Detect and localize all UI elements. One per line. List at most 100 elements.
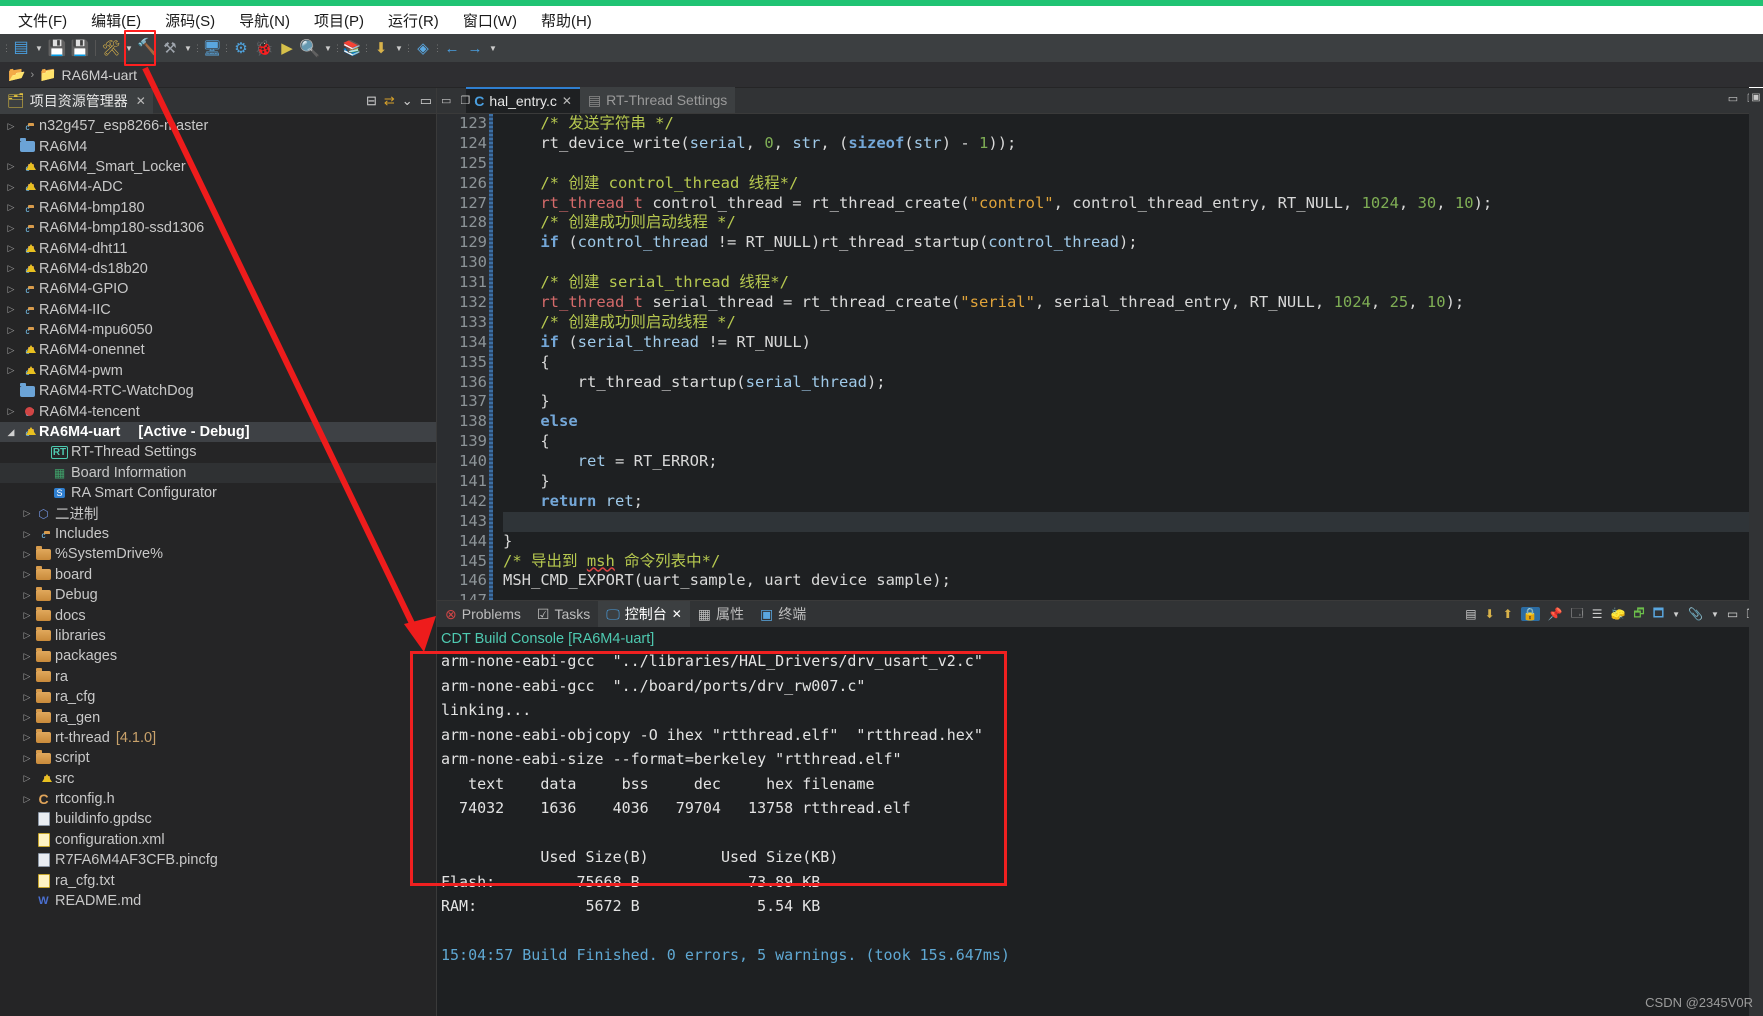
save-all-icon[interactable]: 💾: [69, 37, 91, 59]
new-wizard-dropdown-icon[interactable]: ▼: [33, 37, 45, 59]
link-with-editor-icon[interactable]: ⇄: [384, 93, 395, 109]
code-line[interactable]: /* 创建 serial_thread 线程*/: [503, 273, 1763, 293]
scroll-up-icon[interactable]: ⬆: [1503, 607, 1513, 621]
chevron-right-icon[interactable]: ▷: [4, 304, 18, 315]
code-line[interactable]: if (serial_thread != RT_NULL): [503, 333, 1763, 353]
editor-marker-bar[interactable]: [437, 114, 449, 600]
chevron-right-icon[interactable]: ▷: [4, 406, 18, 417]
code-line[interactable]: /* 创建 control_thread 线程*/: [503, 174, 1763, 194]
clear-icon[interactable]: ▤: [1465, 607, 1476, 621]
tree-item[interactable]: S RA Smart Configurator: [0, 483, 436, 503]
build-all-icon[interactable]: 🛠: [100, 37, 122, 59]
open-terminal-icon[interactable]: 🖥: [201, 37, 223, 59]
chevron-right-icon[interactable]: ▷: [20, 630, 34, 641]
close-icon[interactable]: ✕: [562, 94, 572, 108]
tree-item[interactable]: ▷ c RA6M4-GPIO: [0, 279, 436, 299]
tree-item[interactable]: ▷ packages: [0, 646, 436, 666]
tree-item[interactable]: R7FA6M4AF3CFB.pincfg: [0, 850, 436, 870]
chevron-right-icon[interactable]: ▷: [20, 732, 34, 743]
tree-item[interactable]: RA6M4-RTC-WatchDog: [0, 381, 436, 401]
menu-item-window[interactable]: 窗口(W): [451, 8, 529, 33]
chevron-right-icon[interactable]: ▷: [20, 712, 34, 723]
tab-terminal[interactable]: ▣ 终端: [752, 601, 814, 627]
layers-icon[interactable]: ◈: [412, 37, 434, 59]
code-line[interactable]: [503, 253, 1763, 273]
close-icon[interactable]: ✕: [136, 94, 146, 108]
code-line[interactable]: }: [503, 532, 1763, 552]
tree-item[interactable]: ▷ script: [0, 748, 436, 768]
chevron-right-icon[interactable]: ▷: [4, 284, 18, 295]
chevron-right-icon[interactable]: ▷: [4, 121, 18, 132]
tree-item[interactable]: ▷ c RA6M4-ds18b20: [0, 259, 436, 279]
tree-item[interactable]: RA6M4: [0, 136, 436, 156]
erase-icon[interactable]: 🧽: [1610, 607, 1625, 621]
menu-item-navigate[interactable]: 导航(N): [227, 8, 302, 33]
chevron-right-icon[interactable]: ▷: [20, 671, 34, 682]
chevron-right-icon[interactable]: ▷: [4, 345, 18, 356]
code-line[interactable]: /* 发送字符串 */: [503, 114, 1763, 134]
tree-item[interactable]: ▷ docs: [0, 605, 436, 625]
dropdown-icon[interactable]: ▼: [1672, 610, 1680, 619]
breadcrumb-root-icon[interactable]: 📂: [8, 66, 25, 83]
code-line[interactable]: {: [503, 353, 1763, 373]
tree-item[interactable]: ▷ ⬡ 二进制: [0, 503, 436, 524]
code-line[interactable]: rt_thread_startup(serial_thread);: [503, 373, 1763, 393]
console-minimize-icon[interactable]: ▭: [1727, 607, 1738, 621]
tree-item[interactable]: ▷ Debug: [0, 585, 436, 605]
open-console-icon[interactable]: 🗖: [1653, 604, 1664, 625]
chevron-right-icon[interactable]: ▷: [4, 365, 18, 376]
code-lines[interactable]: /* 发送字符串 */ rt_device_write(serial, 0, s…: [493, 114, 1763, 600]
new-console-icon[interactable]: 🗗: [1633, 604, 1644, 625]
code-line[interactable]: {: [503, 432, 1763, 452]
tree-item[interactable]: ▷ Crtconfig.h: [0, 789, 436, 809]
menu-item-run[interactable]: 运行(R): [376, 8, 451, 33]
chevron-right-icon[interactable]: ▷: [20, 529, 34, 540]
tab-project-explorer[interactable]: 🗂 项目资源管理器 ✕: [0, 87, 153, 114]
tree-item[interactable]: ▷cRA6M4-tencent: [0, 401, 436, 421]
books-icon[interactable]: 📚: [341, 37, 363, 59]
menu-item-edit[interactable]: 编辑(E): [79, 8, 153, 33]
build-dropdown-icon[interactable]: ▼: [123, 37, 135, 59]
settings-gear-icon[interactable]: ⚙: [230, 37, 252, 59]
editor-tab-hal-entry[interactable]: C hal_entry.c ✕: [466, 87, 580, 113]
editor-minimize-icon[interactable]: ▭: [441, 94, 451, 107]
tree-item[interactable]: ▷ ra_gen: [0, 707, 436, 727]
build-config-icon[interactable]: ⚒: [159, 37, 181, 59]
chevron-right-icon[interactable]: ▷: [4, 325, 18, 336]
pin-console-icon[interactable]: 📎: [1688, 607, 1703, 621]
menu-item-project[interactable]: 项目(P): [302, 8, 376, 33]
editor-maximize-icon[interactable]: ❐: [460, 94, 470, 107]
chevron-right-icon[interactable]: ▷: [20, 569, 34, 580]
chevron-right-icon[interactable]: ▷: [20, 610, 34, 621]
editor-tab-rt-thread-settings[interactable]: ▤ RT-Thread Settings: [579, 87, 736, 113]
menu-item-help[interactable]: 帮助(H): [529, 8, 604, 33]
code-line[interactable]: return ret;: [503, 492, 1763, 512]
tree-item[interactable]: ▷ libraries: [0, 626, 436, 646]
code-line[interactable]: else: [503, 412, 1763, 432]
code-line[interactable]: }: [503, 472, 1763, 492]
forward-dropdown-icon[interactable]: ▼: [487, 37, 499, 59]
code-line[interactable]: MSH_CMD_EXPORT(uart_sample, uart device …: [503, 571, 1763, 591]
tree-item[interactable]: ▷ %SystemDrive%: [0, 544, 436, 564]
tree-item[interactable]: ▷ rt-thread [4.1.0]: [0, 728, 436, 748]
tree-item-active-project[interactable]: ◢ c RA6M4-uart [Active - Debug]: [0, 421, 436, 443]
tree-item[interactable]: ▷ c RA6M4_Smart_Locker: [0, 157, 436, 177]
lock-icon[interactable]: 🔒: [1520, 607, 1540, 621]
tree-item[interactable]: ▷ c Includes: [0, 524, 436, 544]
tree-item[interactable]: ra_cfg.txt: [0, 870, 436, 890]
code-line[interactable]: if (control_thread != RT_NULL)rt_thread_…: [503, 233, 1763, 253]
tree-item[interactable]: ▷ c RA6M4-mpu6050: [0, 320, 436, 340]
menu-item-source[interactable]: 源码(S): [153, 8, 227, 33]
tree-item[interactable]: W README.md: [0, 891, 436, 911]
build-hammer-icon[interactable]: 🔨: [136, 37, 158, 59]
menu-item-file[interactable]: 文件(F): [6, 8, 79, 33]
tree-item[interactable]: ▷ c RA6M4-bmp180-ssd1306: [0, 218, 436, 238]
tab-properties[interactable]: ▦ 属性: [690, 601, 752, 627]
breadcrumb-project-label[interactable]: RA6M4-uart: [62, 67, 137, 83]
code-line[interactable]: }: [503, 392, 1763, 412]
tree-item[interactable]: ▷ c RA6M4-ADC: [0, 177, 436, 197]
pin-icon[interactable]: 📌: [1548, 607, 1563, 621]
code-line[interactable]: rt_thread_t serial_thread = rt_thread_cr…: [503, 293, 1763, 313]
save-icon[interactable]: 💾: [46, 37, 68, 59]
tree-item[interactable]: configuration.xml: [0, 830, 436, 850]
